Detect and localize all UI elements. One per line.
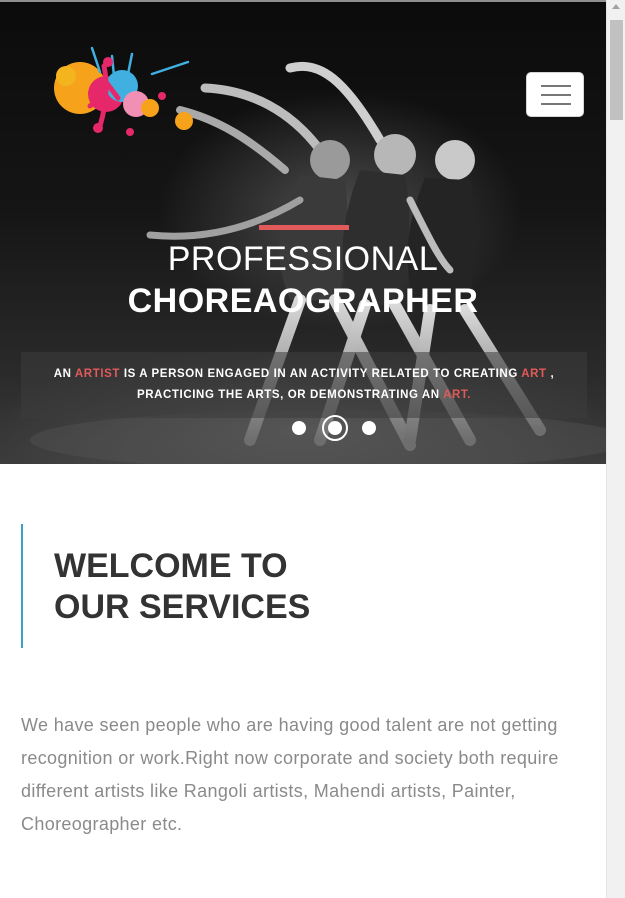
- welcome-accent-bar: [21, 524, 23, 648]
- hamburger-menu-icon-bar: [541, 94, 571, 96]
- caption-text: .: [467, 389, 472, 401]
- slider-pagination: [292, 415, 382, 441]
- services-intro-text: We have seen people who are having good …: [21, 715, 559, 834]
- hamburger-menu-icon-bar: [541, 85, 571, 87]
- caption-text: AN: [53, 368, 75, 380]
- slider-dot-1[interactable]: [292, 421, 306, 435]
- page: PROFESSIONAL CHOREAOGRAPHER AN ARTIST IS…: [0, 0, 606, 898]
- scrollbar-thumb[interactable]: [610, 20, 623, 120]
- paint-splash-logo-icon: [54, 46, 193, 136]
- welcome-heading-line1: WELCOME TO: [54, 547, 288, 585]
- slider-dot-3[interactable]: [362, 421, 376, 435]
- welcome-heading: WELCOME TO OUR SERVICES: [54, 546, 310, 628]
- caption-highlight: ART: [443, 389, 468, 401]
- title-accent-line: [259, 225, 349, 230]
- menu-toggle-button[interactable]: [526, 72, 584, 117]
- hero-slider: PROFESSIONAL CHOREAOGRAPHER AN ARTIST IS…: [0, 0, 606, 464]
- caption-highlight: ART: [521, 368, 547, 380]
- active-dot-inner: [328, 421, 342, 435]
- slider-dot-2-active[interactable]: [322, 415, 348, 441]
- vertical-scrollbar[interactable]: [606, 0, 625, 898]
- caption-highlight: ARTIST: [74, 368, 121, 380]
- caption-text: IS A PERSON ENGAGED IN AN ACTIVITY RELAT…: [120, 368, 522, 380]
- hamburger-menu-icon-bar: [541, 103, 571, 105]
- hero-caption: AN ARTIST IS A PERSON ENGAGED IN AN ACTI…: [21, 352, 587, 418]
- welcome-heading-line2: OUR SERVICES: [54, 588, 311, 626]
- hero-title-line2: CHOREAOGRAPHER: [127, 282, 479, 320]
- scroll-up-arrow-icon[interactable]: [612, 4, 620, 9]
- hero-title-line1: PROFESSIONAL: [167, 240, 439, 278]
